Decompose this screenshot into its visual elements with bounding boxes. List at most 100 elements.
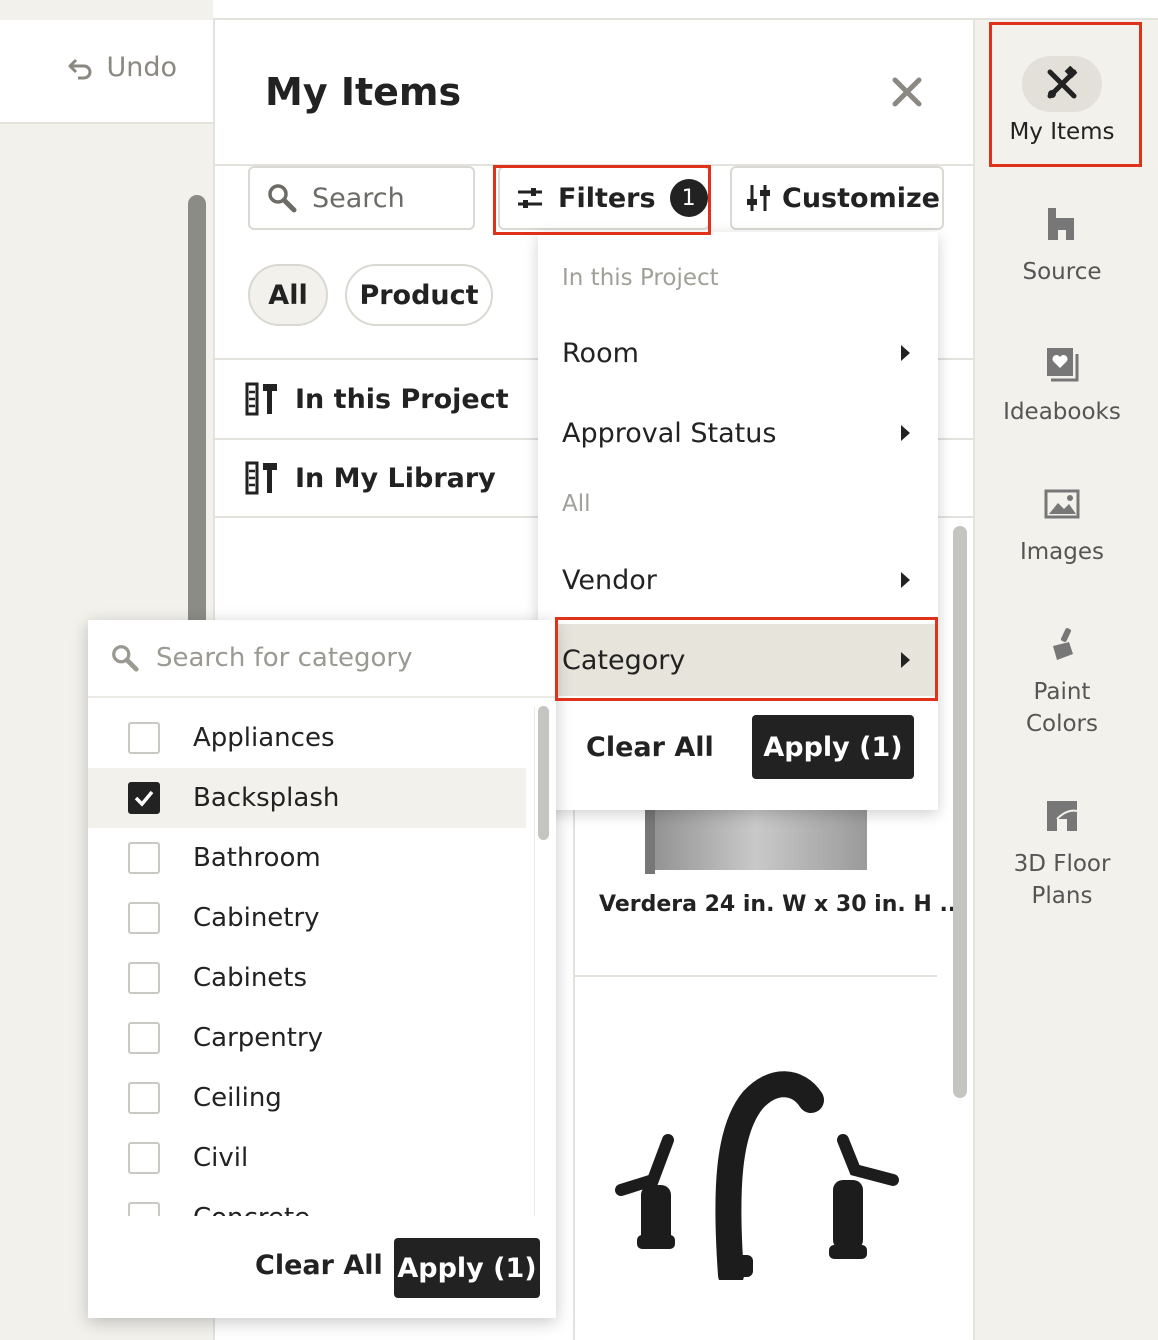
category-label: Concrete [193, 1203, 310, 1216]
rail-item-source[interactable]: Source [975, 196, 1149, 288]
checkbox[interactable] [128, 1202, 160, 1216]
category-label: Cabinetry [193, 903, 320, 933]
tools-list-icon [245, 382, 277, 416]
apply-button[interactable]: Apply (1) [752, 715, 914, 779]
canvas-scrollbar[interactable] [188, 195, 206, 635]
menu-item-label: Category [562, 644, 686, 676]
undo-bar: Undo [0, 20, 213, 124]
chip-product[interactable]: Product [345, 264, 493, 326]
rail-label: 3D Floor Plans [1013, 851, 1111, 909]
category-search-placeholder: Search for category [156, 643, 413, 673]
category-option[interactable]: Ceiling [88, 1068, 526, 1128]
category-option[interactable]: Bathroom [88, 828, 526, 888]
grid-divider [573, 810, 575, 1340]
grid-divider [573, 975, 937, 977]
search-icon [112, 645, 139, 672]
product-title[interactable]: Verdera 24 in. W x 30 in. H ... [599, 892, 965, 917]
category-option[interactable]: Concrete [88, 1188, 526, 1216]
checkbox[interactable] [128, 782, 160, 814]
close-icon[interactable] [887, 72, 927, 112]
rail-item-3d-floor-plans[interactable]: 3D Floor Plans [975, 788, 1149, 912]
category-label: Cabinets [193, 963, 308, 993]
category-option[interactable]: Civil [88, 1128, 526, 1188]
category-search-input[interactable]: Search for category [88, 620, 556, 698]
undo-button[interactable]: Undo [66, 52, 177, 83]
category-label: Bathroom [193, 843, 321, 873]
check-icon [134, 790, 154, 807]
items-scrollbar[interactable] [953, 526, 967, 1098]
category-option[interactable]: Carpentry [88, 1008, 526, 1068]
section-label: In My Library [295, 462, 496, 494]
customize-button[interactable]: Customize [730, 166, 944, 230]
search-input[interactable]: Search [248, 166, 475, 230]
filters-button[interactable]: Filters 1 [498, 166, 710, 230]
category-list: Appliances Backsplash Bathroom Cabinetry Cab… [88, 708, 526, 1216]
caret-right-icon [901, 572, 910, 588]
caret-right-icon [901, 652, 910, 668]
tools-list-icon [245, 461, 277, 495]
rail-item-ideabooks[interactable]: Ideabooks [975, 336, 1149, 428]
tools-icon [1047, 66, 1078, 99]
category-option[interactable]: Cabinetry [88, 888, 526, 948]
faucet-product-image[interactable] [593, 1070, 913, 1280]
category-option[interactable]: Appliances [88, 708, 526, 768]
rail-item-my-items[interactable]: My Items [975, 56, 1149, 148]
menu-item-category[interactable]: Category [538, 624, 938, 696]
checkbox[interactable] [128, 1082, 160, 1114]
checkbox[interactable] [128, 902, 160, 934]
vanity-product-image[interactable] [645, 810, 867, 874]
rail-label: Paint Colors [1025, 679, 1099, 737]
category-scrollbar[interactable] [534, 706, 550, 1216]
scroll-thumb[interactable] [538, 706, 549, 840]
filters-count-badge: 1 [669, 179, 708, 217]
source-icon [1048, 208, 1074, 240]
panel-title: My Items [265, 70, 462, 114]
section-label: In this Project [295, 383, 509, 415]
search-placeholder: Search [312, 182, 405, 214]
menu-heading-project: In this Project [562, 265, 719, 291]
checkbox[interactable] [128, 962, 160, 994]
rail-label: Ideabooks [1003, 399, 1121, 425]
category-submenu: Search for category Appliances Backsplash… [88, 620, 556, 1318]
category-label: Civil [193, 1143, 249, 1173]
image-icon [1044, 489, 1080, 519]
category-footer: Clear All Apply (1) [88, 1216, 556, 1318]
menu-item-room[interactable]: Room [538, 317, 938, 389]
filters-dropdown: In this Project Room Approval Status All… [538, 232, 938, 810]
checkbox[interactable] [128, 722, 160, 754]
category-option[interactable]: Backsplash [88, 768, 526, 828]
clear-all-button[interactable]: Clear All [586, 732, 714, 763]
menu-item-approval-status[interactable]: Approval Status [538, 397, 938, 469]
caret-right-icon [901, 425, 910, 441]
menu-item-label: Vendor [562, 564, 657, 596]
checkbox[interactable] [128, 1022, 160, 1054]
rail-label: My Items [1009, 119, 1115, 145]
floorplan-icon [1047, 801, 1078, 831]
menu-item-label: Room [562, 337, 639, 369]
right-rail: My Items Source Ideabooks Images Paint C… [975, 20, 1158, 1340]
chip-all[interactable]: All [248, 264, 328, 326]
undo-icon [68, 58, 92, 79]
customize-icon [747, 185, 770, 211]
search-icon [268, 184, 297, 213]
apply-button[interactable]: Apply (1) [394, 1238, 540, 1298]
rail-item-paint-colors[interactable]: Paint Colors [975, 616, 1149, 740]
rail-label: Images [1019, 539, 1104, 565]
rail-item-images[interactable]: Images [975, 476, 1149, 568]
checkbox[interactable] [128, 1142, 160, 1174]
customize-label: Customize [782, 182, 940, 214]
checkbox[interactable] [128, 842, 160, 874]
filters-label: Filters [558, 182, 656, 214]
caret-right-icon [901, 345, 910, 361]
category-option[interactable]: Cabinets [88, 948, 526, 1008]
category-label: Backsplash [193, 783, 340, 813]
category-label: Ceiling [193, 1083, 282, 1113]
category-label: Appliances [193, 723, 335, 753]
rail-label: Source [1022, 259, 1102, 285]
menu-item-vendor[interactable]: Vendor [538, 544, 938, 616]
category-label: Carpentry [193, 1023, 324, 1053]
undo-label: Undo [106, 52, 177, 83]
paintbrush-icon [1053, 628, 1073, 660]
ideabook-icon [1047, 348, 1079, 382]
clear-all-button[interactable]: Clear All [255, 1250, 383, 1281]
